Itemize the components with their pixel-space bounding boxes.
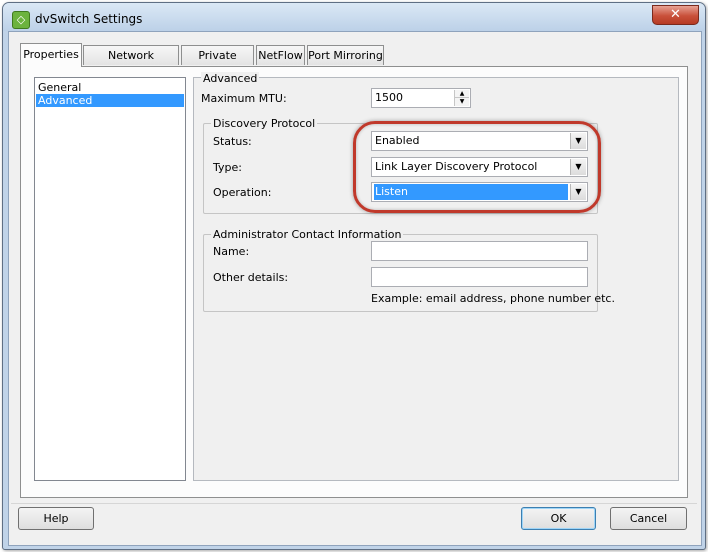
- vsphere-icon: ◇: [12, 11, 30, 29]
- help-button[interactable]: Help: [18, 507, 94, 530]
- close-icon: ✕: [670, 7, 681, 22]
- list-item-advanced[interactable]: Advanced: [36, 94, 184, 107]
- chevron-down-icon[interactable]: ▼: [570, 184, 586, 200]
- operation-combobox[interactable]: Listen ▼: [371, 182, 588, 202]
- status-combobox[interactable]: Enabled ▼: [371, 131, 588, 151]
- type-value: Link Layer Discovery Protocol: [375, 160, 538, 173]
- tab-label: Properties: [23, 48, 79, 61]
- operation-label: Operation:: [213, 186, 272, 199]
- tab-network-adapters[interactable]: Network Adapters: [83, 45, 179, 82]
- other-details-label: Other details:: [213, 271, 289, 284]
- spin-down-icon[interactable]: ▼: [455, 98, 469, 106]
- admin-contact-title: Administrator Contact Information: [211, 228, 404, 241]
- type-label: Type:: [213, 161, 242, 174]
- spin-up-icon[interactable]: ▲: [455, 90, 469, 98]
- chevron-down-icon[interactable]: ▼: [570, 133, 586, 149]
- advanced-group-title: Advanced: [201, 72, 260, 85]
- ok-button[interactable]: OK: [521, 507, 596, 530]
- cancel-button[interactable]: Cancel: [610, 507, 687, 530]
- window-title: dvSwitch Settings: [35, 12, 143, 26]
- tab-netflow[interactable]: NetFlow: [256, 45, 305, 65]
- tab-label: NetFlow: [258, 49, 303, 62]
- tab-label: Port Mirroring: [308, 49, 383, 62]
- footer-divider: [11, 503, 697, 504]
- tab-private-vlan[interactable]: Private VLAN: [181, 45, 254, 82]
- example-hint: Example: email address, phone number etc…: [371, 292, 615, 305]
- tab-properties[interactable]: Properties: [20, 43, 82, 67]
- type-combobox[interactable]: Link Layer Discovery Protocol ▼: [371, 157, 588, 177]
- list-item-general[interactable]: General: [36, 81, 184, 94]
- tab-port-mirroring[interactable]: Port Mirroring: [307, 45, 384, 65]
- settings-category-list[interactable]: General Advanced: [34, 77, 186, 481]
- operation-value: Listen: [374, 184, 568, 200]
- title-bar[interactable]: ◇ dvSwitch Settings ✕: [3, 3, 705, 31]
- status-label: Status:: [213, 135, 252, 148]
- other-details-input[interactable]: [371, 267, 588, 287]
- status-value: Enabled: [375, 134, 420, 147]
- max-mtu-label: Maximum MTU:: [201, 92, 287, 105]
- close-button[interactable]: ✕: [652, 5, 699, 25]
- chevron-down-icon[interactable]: ▼: [570, 159, 586, 175]
- name-label: Name:: [213, 245, 250, 258]
- max-mtu-spinner[interactable]: 1500 ▲ ▼: [371, 88, 471, 108]
- mtu-spinner-buttons[interactable]: ▲ ▼: [454, 90, 469, 106]
- name-input[interactable]: [371, 241, 588, 261]
- max-mtu-value: 1500: [375, 91, 403, 104]
- discovery-protocol-title: Discovery Protocol: [211, 117, 318, 130]
